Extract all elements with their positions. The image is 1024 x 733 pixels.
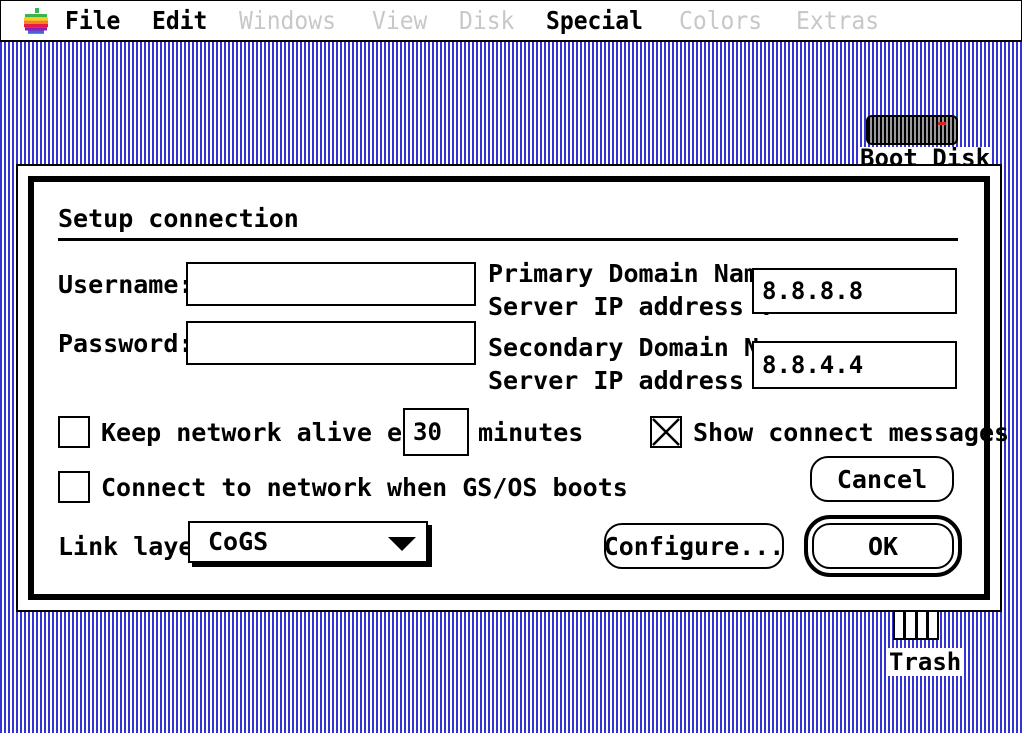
menu-colors[interactable]: Colors <box>679 6 762 35</box>
menu-file[interactable]: File <box>65 6 120 35</box>
menu-view[interactable]: View <box>372 6 427 35</box>
show-messages-checkbox[interactable] <box>650 416 682 448</box>
show-messages-label: Show connect messages <box>693 418 1010 447</box>
primary-dns-label-line2: Server IP address : <box>488 292 774 321</box>
configure-button[interactable]: Configure... <box>604 523 784 569</box>
menu-bar: File Edit Windows View Disk Special Colo… <box>0 0 1022 42</box>
boot-disk-icon[interactable] <box>866 115 958 145</box>
link-layer-popup[interactable]: CoGS <box>188 521 428 563</box>
apple-logo-icon[interactable] <box>23 7 49 34</box>
link-layer-value: CoGS <box>208 527 269 556</box>
menu-disk[interactable]: Disk <box>459 6 514 35</box>
username-label: Username: <box>58 270 194 299</box>
keepalive-unit-label: minutes <box>478 418 584 447</box>
trash-icon[interactable] <box>893 612 939 640</box>
username-input[interactable] <box>186 262 476 306</box>
cancel-button[interactable]: Cancel <box>810 456 954 502</box>
keepalive-minutes-input[interactable] <box>403 408 469 456</box>
secondary-dns-label-line2: Server IP address : <box>488 366 774 395</box>
secondary-dns-input[interactable] <box>752 341 957 389</box>
primary-dns-input[interactable] <box>752 268 957 314</box>
trash-label[interactable]: Trash <box>887 648 964 676</box>
ok-button[interactable]: OK <box>812 523 954 569</box>
keepalive-checkbox[interactable] <box>58 416 90 448</box>
menu-extras[interactable]: Extras <box>796 6 879 35</box>
dialog-title: Setup connection <box>58 204 299 233</box>
menu-special[interactable]: Special <box>546 6 643 35</box>
menu-edit[interactable]: Edit <box>152 6 207 35</box>
connect-on-boot-label: Connect to network when GS/OS boots <box>101 473 628 502</box>
checkbox-x-icon <box>652 418 680 446</box>
title-divider <box>58 238 958 241</box>
primary-dns-label-line1: Primary Domain Name <box>488 259 774 288</box>
disk-led-icon <box>938 122 946 125</box>
popup-arrow-icon <box>388 537 416 551</box>
connect-on-boot-checkbox[interactable] <box>58 471 90 503</box>
menu-windows[interactable]: Windows <box>239 6 336 35</box>
boot-disk-label[interactable]: Boot Disk <box>858 147 993 165</box>
password-input[interactable] <box>186 321 476 365</box>
password-label: Password: <box>58 329 194 358</box>
